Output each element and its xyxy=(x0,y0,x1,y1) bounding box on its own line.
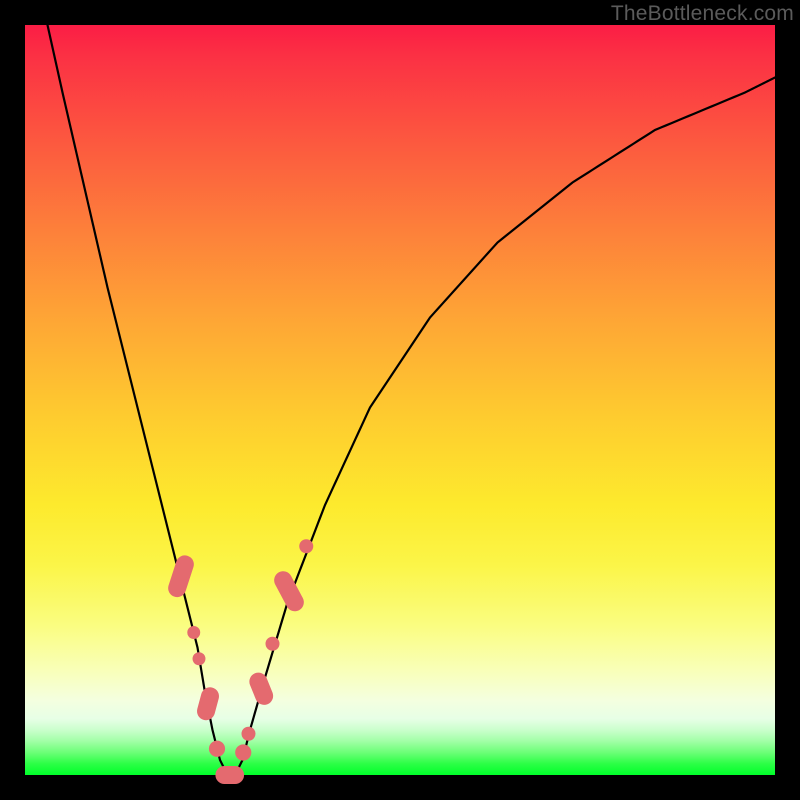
curve-marker-dot xyxy=(242,727,256,741)
curve-marker-pill xyxy=(166,553,196,599)
curve-marker-pill xyxy=(247,670,276,708)
curve-marker-dot xyxy=(266,637,280,651)
curve-marker-dot xyxy=(187,626,200,639)
curve-marker-dot xyxy=(193,652,206,665)
curve-marker-pill xyxy=(195,685,221,722)
curve-marker-dot xyxy=(235,744,251,760)
curve-marker-pill xyxy=(215,766,244,784)
curve-marker-pill xyxy=(271,568,307,614)
bottleneck-curve xyxy=(48,25,776,775)
chart-svg xyxy=(25,25,775,775)
chart-frame: TheBottleneck.com xyxy=(0,0,800,800)
watermark-text: TheBottleneck.com xyxy=(611,2,794,26)
curve-marker-dot xyxy=(299,539,313,553)
curve-marker-dot xyxy=(209,741,225,757)
chart-plot-area xyxy=(25,25,775,775)
marker-layer xyxy=(166,539,313,784)
